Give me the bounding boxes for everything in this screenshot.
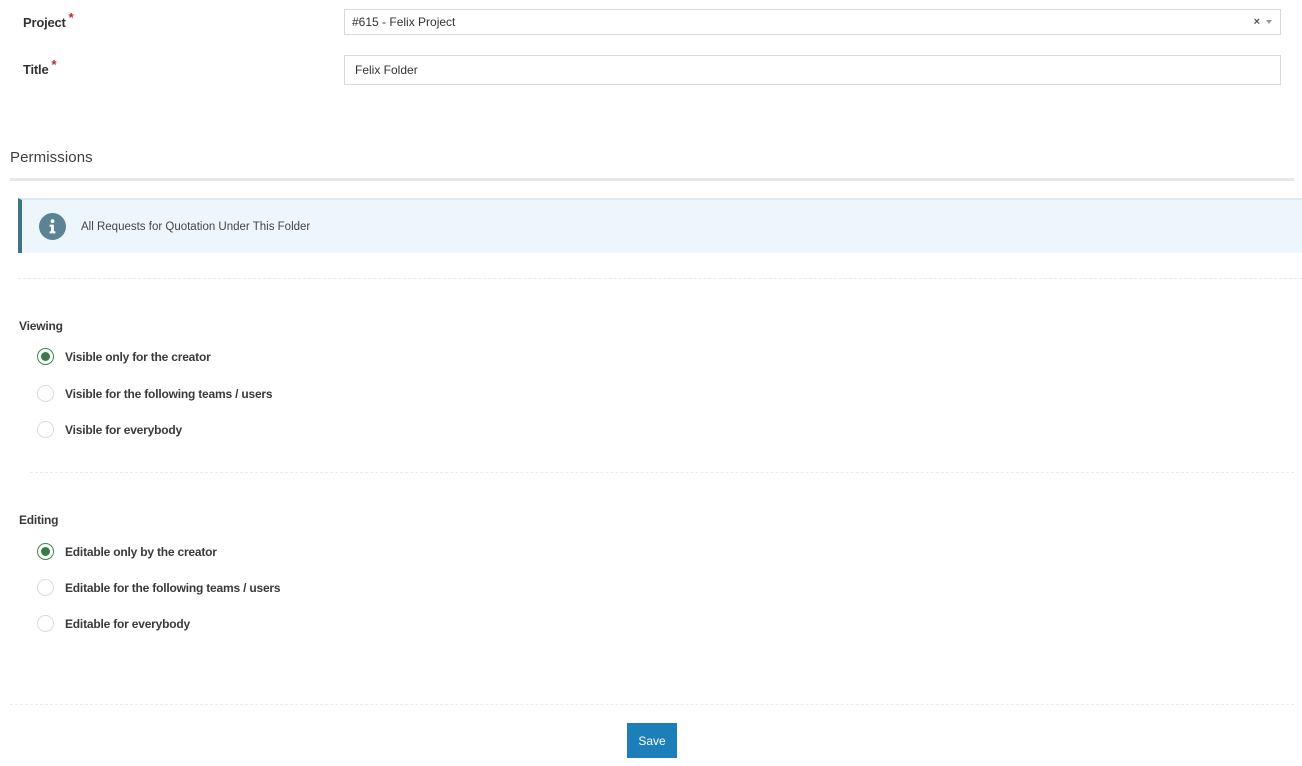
separator	[10, 704, 1294, 705]
viewing-option-everybody[interactable]: Visible for everybody	[37, 421, 182, 438]
required-marker: *	[68, 10, 74, 25]
radio-checked-icon[interactable]	[37, 543, 54, 560]
chevron-down-icon[interactable]	[1266, 20, 1272, 24]
title-label: Title *	[23, 57, 57, 77]
radio-label: Visible for everybody	[65, 422, 182, 437]
radio-label: Visible only for the creator	[65, 349, 211, 364]
project-select[interactable]: #615 - Felix Project ×	[344, 9, 1281, 35]
radio-unchecked-icon[interactable]	[37, 615, 54, 632]
separator	[30, 472, 1294, 473]
info-banner-text: All Requests for Quotation Under This Fo…	[81, 220, 311, 233]
info-icon	[39, 213, 66, 240]
title-label-text: Title	[23, 62, 49, 77]
radio-unchecked-icon[interactable]	[37, 385, 54, 402]
editing-option-creator[interactable]: Editable only by the creator	[37, 543, 217, 560]
radio-label: Visible for the following teams / users	[65, 386, 273, 401]
viewing-label: Viewing	[19, 319, 63, 333]
radio-unchecked-icon[interactable]	[37, 421, 54, 438]
viewing-option-teams-users[interactable]: Visible for the following teams / users	[37, 385, 273, 402]
title-input[interactable]	[344, 55, 1281, 85]
save-button[interactable]: Save	[627, 723, 677, 758]
editing-option-everybody[interactable]: Editable for everybody	[37, 615, 190, 632]
project-select-value: #615 - Felix Project	[352, 15, 456, 29]
radio-checked-icon[interactable]	[37, 348, 54, 365]
editing-label: Editing	[19, 513, 59, 527]
separator	[18, 278, 1302, 279]
info-banner: All Requests for Quotation Under This Fo…	[18, 198, 1302, 253]
viewing-option-creator[interactable]: Visible only for the creator	[37, 348, 211, 365]
section-divider	[10, 178, 1294, 181]
radio-label: Editable for everybody	[65, 616, 190, 631]
editing-option-teams-users[interactable]: Editable for the following teams / users	[37, 579, 281, 596]
radio-label: Editable for the following teams / users	[65, 580, 281, 595]
radio-unchecked-icon[interactable]	[37, 579, 54, 596]
required-marker: *	[51, 57, 57, 72]
project-label: Project *	[23, 10, 74, 30]
permissions-heading: Permissions	[10, 149, 93, 166]
clear-selection-icon[interactable]: ×	[1254, 16, 1260, 28]
project-label-text: Project	[23, 15, 66, 30]
radio-label: Editable only by the creator	[65, 544, 217, 559]
